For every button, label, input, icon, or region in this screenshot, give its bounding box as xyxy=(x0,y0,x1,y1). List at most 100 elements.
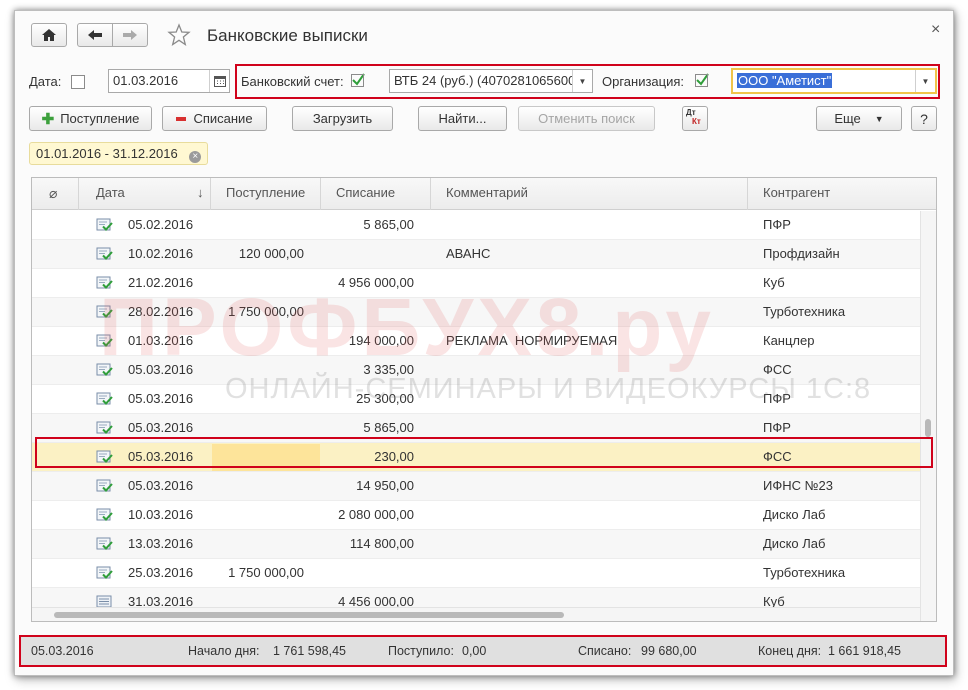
dtkt-button[interactable]: Дт Кт xyxy=(682,106,708,131)
cell-counterparty: Профдизайн xyxy=(763,246,840,261)
status-spent-value: 99 680,00 xyxy=(641,644,697,658)
date-checkbox[interactable] xyxy=(71,75,85,89)
chevron-down-icon: ▼ xyxy=(874,113,884,124)
cell-comment xyxy=(446,501,736,530)
table-row[interactable]: 25.03.2016 1 750 000,00 Турботехника xyxy=(32,559,920,588)
find-button[interactable]: Найти... xyxy=(418,106,507,131)
date-field[interactable]: 01.03.2016 xyxy=(108,69,230,93)
column-date[interactable]: Дата xyxy=(96,178,125,210)
cell-receipt xyxy=(212,211,304,240)
bank-account-value: ВТБ 24 (руб.) (4070281065600 xyxy=(394,73,576,88)
cell-receipt xyxy=(212,472,304,501)
cell-date: 25.03.2016 xyxy=(128,565,194,580)
period-filter-chip[interactable]: 01.01.2016 - 31.12.2016 × xyxy=(29,142,209,165)
column-counterparty[interactable]: Контрагент xyxy=(763,178,830,210)
posted-document-icon xyxy=(96,247,113,260)
vertical-scrollbar[interactable] xyxy=(920,211,936,621)
more-menu-button[interactable]: Еще ▼ xyxy=(816,106,902,131)
status-date: 05.03.2016 xyxy=(31,644,94,658)
help-button[interactable]: ? xyxy=(911,106,937,131)
chevron-down-icon[interactable]: ▼ xyxy=(572,70,592,92)
status-spent-label: Списано: xyxy=(578,644,632,658)
date-label: Дата: xyxy=(29,74,62,89)
cell-date: 10.02.2016 xyxy=(128,246,194,261)
cell-receipt xyxy=(212,501,304,530)
attachment-column-icon[interactable]: ⌀ xyxy=(49,178,57,210)
add-receipt-label: Поступление xyxy=(60,111,140,126)
arrow-right-icon xyxy=(123,30,137,40)
status-received-label: Поступило: xyxy=(388,644,454,658)
table-row[interactable]: 05.02.2016 5 865,00 ПФР xyxy=(32,211,920,240)
bank-statements-window: Банковские выписки × Дата: 01.03.2016 Ба… xyxy=(14,10,954,676)
clear-filter-icon[interactable]: × xyxy=(189,151,202,163)
table-header: ⌀ Дата ↓ Поступление Списание Комментари… xyxy=(32,178,936,210)
bank-account-checkbox[interactable] xyxy=(351,72,366,87)
cell-date: 05.02.2016 xyxy=(128,217,194,232)
cell-receipt: 1 750 000,00 xyxy=(228,565,304,580)
posted-document-icon xyxy=(96,479,113,492)
cell-date: 05.03.2016 xyxy=(128,478,194,493)
date-field-value: 01.03.2016 xyxy=(113,73,179,88)
cell-comment xyxy=(446,559,736,588)
cell-counterparty: Диско Лаб xyxy=(763,507,826,522)
cell-counterparty: Диско Лаб xyxy=(763,536,826,551)
forward-button[interactable] xyxy=(112,23,148,47)
posted-document-icon xyxy=(96,392,113,405)
home-button[interactable] xyxy=(31,23,67,47)
cell-comment xyxy=(446,211,736,240)
back-button[interactable] xyxy=(77,23,113,47)
minus-icon xyxy=(176,116,187,121)
cell-counterparty: Турботехника xyxy=(763,565,846,580)
plus-icon: ✚ xyxy=(41,110,55,128)
cell-counterparty: Канцлер xyxy=(763,333,815,348)
cell-writeoff: 5 865,00 xyxy=(363,217,414,232)
cell-date: 10.03.2016 xyxy=(128,507,194,522)
add-writeoff-button[interactable]: Списание xyxy=(162,106,267,131)
add-writeoff-label: Списание xyxy=(193,111,253,126)
cell-counterparty: ПФР xyxy=(763,217,791,232)
column-receipt[interactable]: Поступление xyxy=(226,178,305,210)
cancel-search-button[interactable]: Отменить поиск xyxy=(518,106,655,131)
status-start-value: 1 761 598,45 xyxy=(273,644,346,658)
sort-desc-icon[interactable]: ↓ xyxy=(197,178,204,210)
horizontal-scroll-thumb[interactable] xyxy=(54,612,564,618)
cell-comment: АВАНС xyxy=(446,246,491,261)
calendar-icon[interactable] xyxy=(209,70,229,92)
cell-receipt xyxy=(212,530,304,559)
cell-counterparty: Куб xyxy=(763,275,785,290)
cell-date: 13.03.2016 xyxy=(128,536,194,551)
cell-writeoff xyxy=(322,240,414,269)
close-icon[interactable]: × xyxy=(931,21,940,39)
chevron-down-icon[interactable]: ▼ xyxy=(915,70,935,92)
posted-document-icon xyxy=(96,566,113,579)
table-row[interactable]: 10.02.2016 120 000,00 АВАНС Профдизайн xyxy=(32,240,920,269)
status-start-label: Начало дня: xyxy=(188,644,260,658)
favorite-star-icon[interactable] xyxy=(167,23,191,50)
organization-value: ООО "Аметист" xyxy=(737,73,833,88)
table-row[interactable]: 13.03.2016 114 800,00 Диско Лаб xyxy=(32,530,920,559)
status-received-value: 0,00 xyxy=(462,644,487,658)
posted-document-icon xyxy=(96,537,113,550)
watermark-subtitle: ОНЛАЙН-СЕМИНАРЫ И ВИДЕОКУРСЫ 1С:8 xyxy=(225,373,872,405)
organization-checkbox[interactable] xyxy=(695,72,710,87)
column-writeoff[interactable]: Списание xyxy=(336,178,395,210)
cell-writeoff: 14 950,00 xyxy=(356,478,414,493)
vertical-scroll-thumb[interactable] xyxy=(925,419,931,437)
posted-document-icon xyxy=(96,508,113,521)
arrow-left-icon xyxy=(88,30,102,40)
add-receipt-button[interactable]: ✚ Поступление xyxy=(29,106,152,131)
posted-document-icon xyxy=(96,218,113,231)
page-title: Банковские выписки xyxy=(207,26,368,45)
cell-writeoff: 2 080 000,00 xyxy=(338,507,414,522)
column-comment[interactable]: Комментарий xyxy=(446,178,528,210)
cell-writeoff xyxy=(322,559,414,588)
cell-writeoff: 114 800,00 xyxy=(349,536,414,551)
load-button[interactable]: Загрузить xyxy=(292,106,393,131)
bank-account-select[interactable]: ВТБ 24 (руб.) (4070281065600 ▼ xyxy=(389,69,593,93)
status-end-value: 1 661 918,45 xyxy=(828,644,901,658)
organization-label: Организация: xyxy=(602,74,685,89)
horizontal-scrollbar[interactable] xyxy=(32,607,920,621)
organization-select[interactable]: ООО "Аметист" ▼ xyxy=(731,68,937,94)
table-row[interactable]: 05.03.2016 14 950,00 ИФНС №23 xyxy=(32,472,920,501)
table-row[interactable]: 10.03.2016 2 080 000,00 Диско Лаб xyxy=(32,501,920,530)
